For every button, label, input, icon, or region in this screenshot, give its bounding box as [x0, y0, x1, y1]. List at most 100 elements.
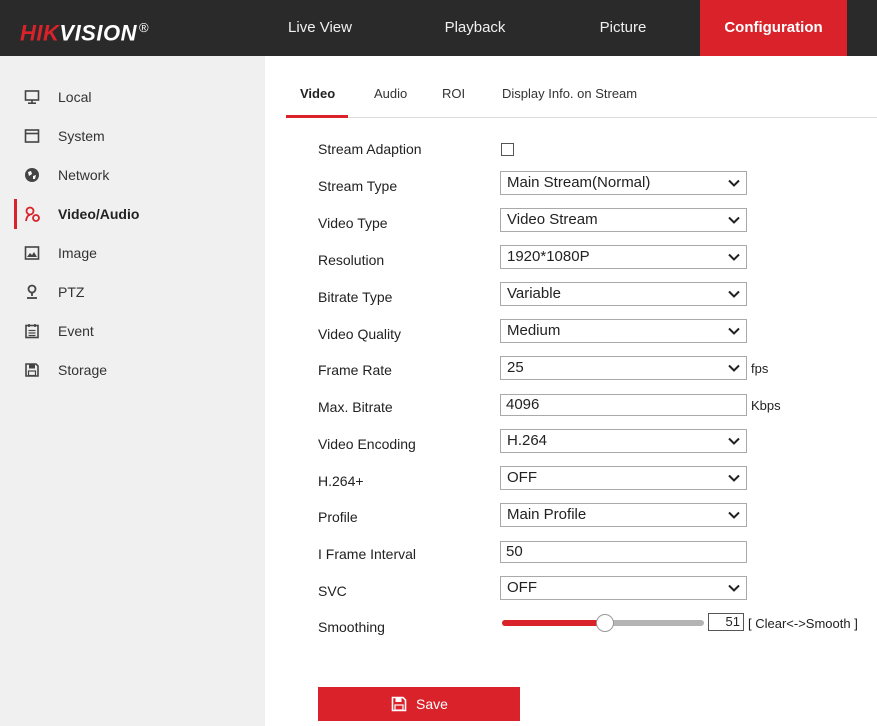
- active-indicator: [14, 199, 17, 229]
- nav-picture[interactable]: Picture: [573, 0, 673, 56]
- video-quality-label: Video Quality: [318, 326, 402, 342]
- max-bitrate-label: Max. Bitrate: [318, 399, 393, 415]
- select-value: Main Profile: [507, 506, 587, 523]
- chevron-down-icon: [728, 584, 740, 592]
- floppy-icon: [391, 696, 407, 712]
- sidebar-item-storage[interactable]: Storage: [0, 351, 265, 389]
- i-frame-interval-label: I Frame Interval: [318, 546, 417, 562]
- video-type-label: Video Type: [318, 215, 388, 231]
- stream-type-label: Stream Type: [318, 178, 398, 194]
- sidebar-item-label: PTZ: [58, 284, 85, 300]
- logo-registered-mark: ®: [138, 20, 150, 35]
- stream-type-select[interactable]: Main Stream(Normal): [500, 171, 747, 195]
- tab-display-info[interactable]: Display Info. on Stream: [502, 86, 637, 102]
- sidebar-item-label: Local: [58, 89, 92, 105]
- smoothing-slider-fill: [502, 620, 605, 626]
- select-value: 1920*1080P: [507, 248, 590, 265]
- sidebar-item-event[interactable]: Event: [0, 312, 265, 350]
- system-icon: [24, 129, 40, 143]
- select-value: Main Stream(Normal): [507, 174, 651, 191]
- smoothing-slider[interactable]: [502, 614, 704, 632]
- tab-video[interactable]: Video: [300, 86, 335, 102]
- chevron-down-icon: [728, 179, 740, 187]
- svc-select[interactable]: OFF: [500, 576, 747, 600]
- sidebar-item-image[interactable]: Image: [0, 234, 265, 272]
- smoothing-hint: [ Clear<->Smooth ]: [748, 616, 858, 631]
- bitrate-type-label: Bitrate Type: [318, 289, 393, 305]
- nav-configuration[interactable]: Configuration: [700, 0, 847, 56]
- sidebar-item-video-audio[interactable]: Video/Audio: [0, 195, 265, 233]
- smoothing-value-box[interactable]: 51: [708, 613, 744, 631]
- smoothing-label: Smoothing: [318, 619, 385, 635]
- save-button[interactable]: Save: [318, 687, 520, 721]
- svc-label: SVC: [318, 583, 347, 599]
- select-value: H.264: [507, 432, 548, 449]
- sidebar-item-label: System: [58, 128, 105, 144]
- calendar-icon: [25, 324, 39, 339]
- input-value: 4096: [506, 396, 540, 413]
- max-bitrate-unit: Kbps: [751, 398, 781, 413]
- sidebar-item-network[interactable]: Network: [0, 156, 265, 194]
- tab-audio[interactable]: Audio: [374, 86, 407, 102]
- floppy-icon: [25, 363, 39, 377]
- select-value: OFF: [507, 579, 537, 596]
- chevron-down-icon: [728, 364, 740, 372]
- chevron-down-icon: [728, 327, 740, 335]
- video-encoding-select[interactable]: H.264: [500, 429, 747, 453]
- monitor-icon: [24, 90, 40, 104]
- bitrate-type-select[interactable]: Variable: [500, 282, 747, 306]
- max-bitrate-input[interactable]: 4096: [500, 394, 747, 416]
- video-encoding-label: Video Encoding: [318, 436, 416, 452]
- frame-rate-unit: fps: [751, 361, 769, 376]
- sidebar-item-label: Event: [58, 323, 94, 339]
- select-value: OFF: [507, 469, 537, 486]
- sidebar-item-label: Storage: [58, 362, 108, 378]
- tab-active-underline: [286, 115, 348, 118]
- i-frame-interval-input[interactable]: 50: [500, 541, 747, 563]
- smoothing-slider-thumb[interactable]: [596, 614, 614, 632]
- sidebar: Local System Network Video/Audio Image P…: [0, 56, 265, 726]
- ptz-icon: [27, 284, 37, 299]
- save-button-label: Save: [416, 696, 448, 712]
- chevron-down-icon: [728, 290, 740, 298]
- chevron-down-icon: [728, 474, 740, 482]
- select-value: Video Stream: [507, 211, 598, 228]
- chevron-down-icon: [728, 216, 740, 224]
- chevron-down-icon: [728, 511, 740, 519]
- sidebar-item-system[interactable]: System: [0, 117, 265, 155]
- hikvision-logo: HIKVISION ®: [20, 15, 149, 46]
- sidebar-item-label: Video/Audio: [58, 206, 140, 222]
- logo-part-red: HIK: [20, 20, 60, 46]
- chevron-down-icon: [728, 437, 740, 445]
- sidebar-item-label: Image: [58, 245, 97, 261]
- nav-playback[interactable]: Playback: [425, 0, 525, 56]
- image-icon: [24, 246, 40, 260]
- tab-bar: Video Audio ROI Display Info. on Stream: [286, 80, 877, 118]
- video-quality-select[interactable]: Medium: [500, 319, 747, 343]
- frame-rate-label: Frame Rate: [318, 362, 392, 378]
- sidebar-item-ptz[interactable]: PTZ: [0, 273, 265, 311]
- select-value: Medium: [507, 322, 561, 339]
- tab-roi[interactable]: ROI: [442, 86, 465, 102]
- logo-part-white: VISION: [59, 20, 137, 46]
- input-value: 50: [506, 543, 523, 560]
- video-audio-icon: [25, 206, 40, 222]
- profile-label: Profile: [318, 509, 358, 525]
- profile-select[interactable]: Main Profile: [500, 503, 747, 527]
- sidebar-item-local[interactable]: Local: [0, 78, 265, 116]
- select-value: 25: [507, 359, 524, 376]
- select-value: Variable: [507, 285, 561, 302]
- stream-adaption-checkbox[interactable]: [501, 143, 514, 156]
- globe-icon: [25, 168, 39, 182]
- resolution-select[interactable]: 1920*1080P: [500, 245, 747, 269]
- h264plus-select[interactable]: OFF: [500, 466, 747, 490]
- frame-rate-select[interactable]: 25: [500, 356, 747, 380]
- top-header: HIKVISION ® Live View Playback Picture Co…: [0, 0, 877, 56]
- chevron-down-icon: [728, 253, 740, 261]
- video-type-select[interactable]: Video Stream: [500, 208, 747, 232]
- sidebar-item-label: Network: [58, 167, 110, 183]
- resolution-label: Resolution: [318, 252, 385, 268]
- stream-adaption-label: Stream Adaption: [318, 141, 422, 157]
- h264plus-label: H.264+: [318, 473, 364, 489]
- nav-live-view[interactable]: Live View: [270, 0, 370, 56]
